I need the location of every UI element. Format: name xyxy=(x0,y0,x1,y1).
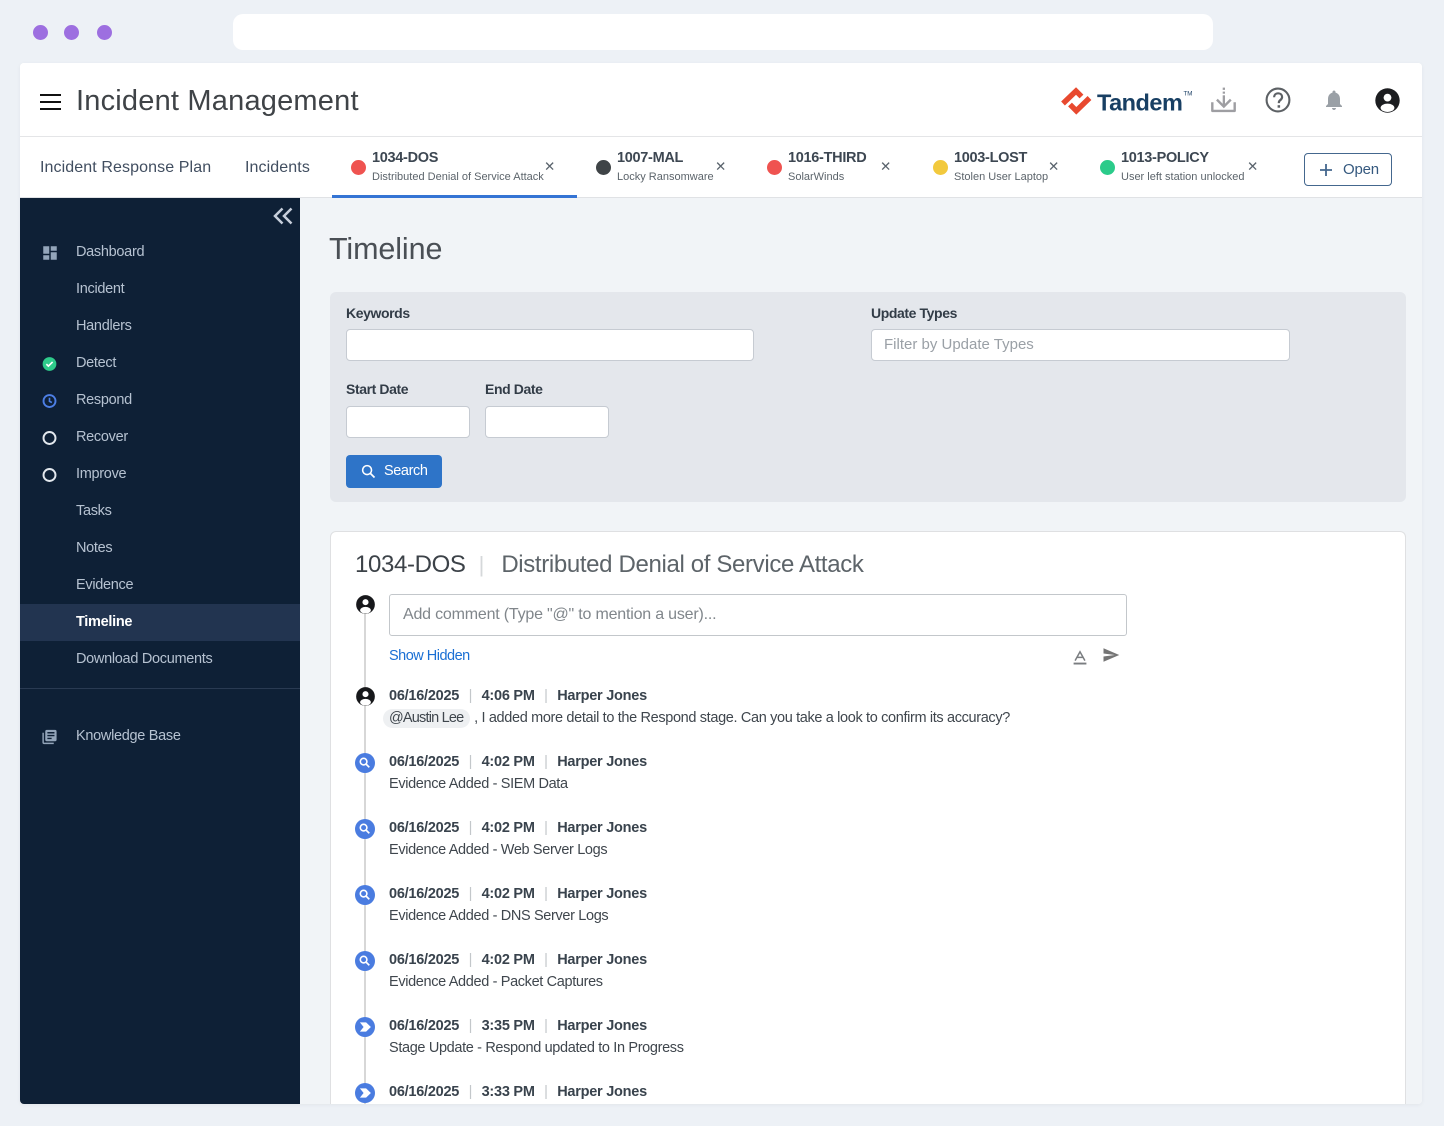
svg-text:Tandem: Tandem xyxy=(1097,90,1182,116)
svg-text:TM: TM xyxy=(1184,91,1193,98)
